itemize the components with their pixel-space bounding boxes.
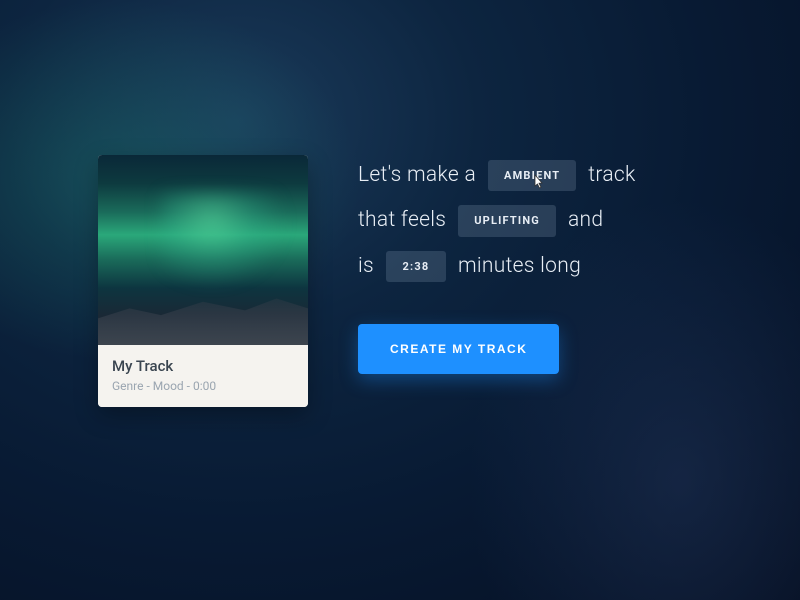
genre-value: AMBIENT [504,168,560,183]
duration-selector[interactable]: 2:38 [386,251,446,282]
builder-text: minutes long [458,252,581,281]
mood-selector[interactable]: UPLIFTING [458,205,556,236]
builder-text: is [358,252,374,281]
create-track-button[interactable]: CREATE MY TRACK [358,324,559,374]
mood-value: UPLIFTING [474,213,540,228]
track-builder: Let's make a AMBIENT track that feels UP… [358,155,636,374]
builder-text: that feels [358,206,446,235]
duration-value: 2:38 [403,259,430,274]
builder-text: Let's make a [358,161,476,190]
track-card: My Track Genre - Mood - 0:00 [98,155,308,407]
genre-selector[interactable]: AMBIENT [488,160,576,191]
track-artwork [98,155,308,345]
builder-text: and [568,206,603,235]
track-title: My Track [112,357,294,375]
track-info: My Track Genre - Mood - 0:00 [98,345,308,407]
builder-text: track [588,161,635,190]
track-meta: Genre - Mood - 0:00 [112,379,294,393]
